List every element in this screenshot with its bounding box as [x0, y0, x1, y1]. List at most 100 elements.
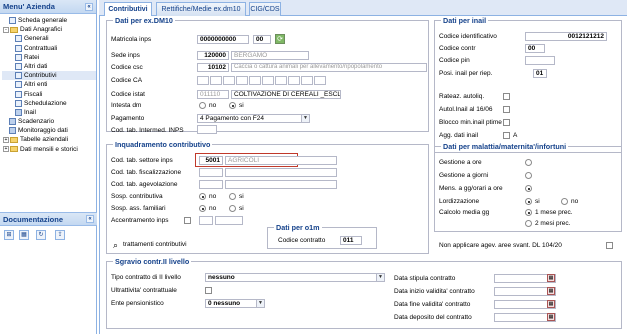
sidebar-item[interactable]: Contributivi — [2, 71, 96, 81]
folder-icon — [10, 137, 18, 144]
page-icon — [15, 63, 22, 71]
calendar-icon[interactable]: ▦ — [547, 313, 555, 321]
trattamenti-link[interactable]: trattamenti contributivi — [123, 241, 187, 248]
sidebar-item[interactable]: Schedulazione — [2, 99, 96, 108]
sidebar-item[interactable]: Scheda generale — [2, 16, 96, 25]
accentramento-input2[interactable] — [215, 216, 243, 225]
agg-checkbox[interactable] — [503, 132, 510, 139]
page-icon — [15, 53, 22, 61]
ente-select[interactable]: 0 nessuno ▼ — [205, 299, 265, 308]
gestione-ore-radio[interactable] — [525, 159, 532, 166]
chevron-down-icon: ▼ — [301, 115, 309, 122]
lordizz-no-label: no — [571, 198, 579, 205]
cid-input[interactable]: 0012121212 — [525, 32, 607, 41]
mesi2-radio[interactable] — [525, 220, 532, 227]
sidebar-item[interactable]: - Dati Anagrafici — [2, 25, 96, 34]
sosp-ass-si-radio[interactable] — [229, 205, 236, 212]
ca-input[interactable] — [236, 76, 248, 85]
mesi1-radio[interactable] — [525, 209, 532, 216]
ca-input[interactable] — [197, 76, 209, 85]
istat-code-input[interactable]: 011110 — [197, 90, 229, 99]
page-icon — [9, 127, 16, 135]
tab-rettifiche[interactable]: Rettifiche/Medie ex.dm10 — [156, 2, 246, 16]
sidebar-item[interactable]: Fiscali — [2, 90, 96, 99]
tipo-select[interactable]: nessuno ▼ — [205, 273, 385, 282]
collapse-icon[interactable]: « — [85, 3, 93, 11]
matricola-input[interactable]: 0000000000 — [197, 35, 249, 44]
sidebar-item[interactable]: Ratei — [2, 53, 96, 62]
ca-input[interactable] — [223, 76, 235, 85]
blocco-checkbox[interactable] — [503, 119, 510, 126]
sede-code-input[interactable]: 120000 — [197, 51, 229, 60]
ca-input[interactable] — [262, 76, 274, 85]
sede-name-field: BERGAMO — [231, 51, 309, 60]
intesta-si-radio[interactable] — [229, 102, 236, 109]
refresh-icon[interactable]: ↻ — [36, 230, 46, 240]
inail-cc-label: Codice contr — [439, 45, 476, 52]
rateaz-checkbox[interactable] — [503, 93, 510, 100]
lordizz-no-radio[interactable] — [561, 198, 568, 205]
pagamento-select[interactable]: 4 Pagamento con F24 ▼ — [197, 114, 310, 123]
ca-input[interactable] — [249, 76, 261, 85]
sidebar: Menu' Azienda « Scheda generale - Dati Anag… — [0, 0, 97, 334]
sidebar-item[interactable]: Monitoraggio dati — [2, 126, 96, 135]
sosp-ass-label: Sosp. ass. familiari — [111, 205, 166, 212]
autol-checkbox[interactable] — [503, 106, 510, 113]
ca-input[interactable] — [288, 76, 300, 85]
mesi1-label: 1 mese prec. — [535, 209, 573, 216]
ca-input[interactable] — [275, 76, 287, 85]
ultra-checkbox[interactable] — [205, 287, 212, 294]
o1m-cc-label: Codice contratto — [278, 237, 326, 244]
ca-input[interactable] — [210, 76, 222, 85]
grid-icon[interactable]: ▦ — [19, 230, 29, 240]
agev-code-input[interactable] — [199, 180, 223, 189]
expand-icon[interactable]: + — [3, 137, 9, 144]
expand-icon[interactable]: + — [3, 146, 9, 153]
sidebar-item[interactable]: Inail — [2, 108, 96, 117]
mens-radio[interactable] — [525, 185, 532, 192]
tab-contributivi[interactable]: Contributivi — [104, 2, 152, 17]
tab-cig-cds[interactable]: CIG/CDS — [249, 2, 281, 16]
calendar-icon[interactable]: ▦ — [547, 274, 555, 282]
menu-title: Menu' Azienda — [3, 2, 55, 11]
collapse-icon[interactable]: « — [86, 215, 94, 223]
collapse-icon[interactable]: - — [3, 26, 9, 33]
lordizz-label: Lordizzazione — [439, 198, 480, 205]
pin-input[interactable] — [525, 56, 555, 65]
csc-code-input[interactable]: 10102 — [197, 63, 229, 72]
intermed-input[interactable] — [197, 125, 217, 134]
tool-icon[interactable]: ⊞ — [4, 230, 14, 240]
sidebar-item[interactable]: + Dati mensili e storici — [2, 145, 96, 154]
refresh-icon[interactable]: ⟳ — [275, 34, 285, 44]
lordizz-si-label: si — [535, 198, 540, 205]
sidebar-item[interactable]: + Tabelle aziendali — [2, 135, 96, 144]
export-icon[interactable]: ⇪ — [55, 230, 65, 240]
sidebar-item[interactable]: Altri enti — [2, 80, 96, 89]
sidebar-item[interactable]: Altri dati — [2, 62, 96, 71]
sosp-ass-no-radio[interactable] — [199, 205, 206, 212]
sidebar-item[interactable]: Generali — [2, 34, 96, 43]
accentramento-checkbox[interactable] — [184, 217, 191, 224]
o1m-cc-input[interactable]: 011 — [340, 236, 362, 245]
sosp-contr-no-radio[interactable] — [199, 193, 206, 200]
sidebar-item[interactable]: Scadenzario — [2, 117, 96, 126]
intesta-no-radio[interactable] — [199, 102, 206, 109]
ca-input[interactable] — [301, 76, 313, 85]
doc-header: Documentazione « — [0, 212, 97, 226]
fisc-code-input[interactable] — [199, 168, 223, 177]
sosp-contr-si-radio[interactable] — [229, 193, 236, 200]
matricola2-input[interactable]: 00 — [253, 35, 271, 44]
nonapp-checkbox[interactable] — [606, 242, 613, 249]
accentramento-input[interactable] — [199, 216, 213, 225]
rischio-input[interactable]: 01 — [533, 69, 547, 78]
gestione-giorni-radio[interactable] — [525, 172, 532, 179]
inail-cc-input[interactable]: 00 — [525, 44, 545, 53]
lordizz-si-radio[interactable] — [525, 198, 532, 205]
search-icon[interactable]: ⌕ — [113, 240, 118, 251]
page-icon — [15, 108, 22, 116]
calendar-icon[interactable]: ▦ — [547, 287, 555, 295]
settore-code-input[interactable]: 5001 — [199, 156, 223, 165]
sidebar-item[interactable]: Contrattuali — [2, 44, 96, 53]
calendar-icon[interactable]: ▦ — [547, 300, 555, 308]
ca-input[interactable] — [314, 76, 326, 85]
